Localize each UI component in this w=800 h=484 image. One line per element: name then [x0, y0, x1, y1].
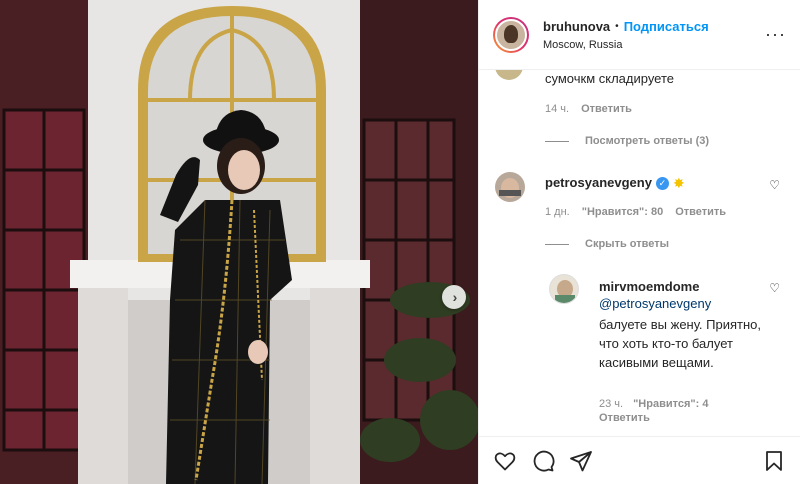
like-reply-heart-icon[interactable]: ♡	[769, 281, 780, 295]
comment-likes-count[interactable]: "Нравится": 80	[582, 206, 663, 218]
separator-dot: •	[615, 20, 619, 32]
replies-divider	[545, 243, 569, 245]
reply-time[interactable]: 23 ч.	[599, 397, 623, 411]
post-photo[interactable]: ›	[0, 0, 478, 484]
reply-username[interactable]: mirvmoemdome	[599, 278, 769, 295]
comment-time[interactable]: 14 ч.	[545, 103, 569, 115]
post-dialog: › bruhunova • Подписаться Moscow, Russia…	[0, 0, 800, 484]
verified-badge-icon: ✓	[655, 177, 669, 191]
reply-text: балуете вы жену. Приятно, что хоть кто-т…	[599, 317, 762, 370]
view-replies-label: Посмотреть ответы (3)	[585, 135, 710, 147]
share-icon[interactable]	[569, 449, 593, 473]
reply-button[interactable]: Ответить	[581, 103, 632, 115]
replies-divider	[545, 140, 569, 142]
reply-likes-count[interactable]: "Нравится": 4	[633, 397, 708, 411]
hide-replies-button[interactable]: Скрыть ответы	[545, 238, 669, 250]
chevron-right-icon: ›	[452, 289, 458, 305]
post-side-panel: bruhunova • Подписаться Moscow, Russia ·…	[478, 0, 800, 484]
reply-meta: 23 ч. "Нравится": 4 Ответить	[599, 397, 708, 425]
reply-button[interactable]: Ответить	[675, 206, 726, 218]
reply-mention-link[interactable]: @petrosyanevgeny	[599, 295, 769, 313]
comment-text: сумочкм складируете	[545, 71, 675, 86]
comment-time[interactable]: 1 дн.	[545, 206, 570, 218]
author-username[interactable]: bruhunova	[543, 19, 610, 34]
more-options-icon[interactable]: ···	[765, 24, 786, 45]
next-photo-button[interactable]: ›	[442, 285, 466, 309]
bookmark-icon[interactable]	[762, 449, 786, 473]
post-location[interactable]: Moscow, Russia	[543, 39, 765, 51]
hide-replies-label: Скрыть ответы	[585, 238, 669, 250]
reply-avatar[interactable]	[549, 274, 579, 304]
heart-icon[interactable]	[493, 449, 517, 473]
follow-button[interactable]: Подписаться	[624, 19, 709, 34]
comment-meta: 14 ч. Ответить	[545, 103, 632, 115]
author-avatar[interactable]	[493, 16, 529, 53]
post-actions-bar	[479, 436, 800, 484]
commenter-avatar[interactable]	[495, 172, 525, 202]
commenter-username[interactable]: petrosyanevgeny	[545, 175, 652, 190]
reply-button[interactable]: Ответить	[599, 411, 708, 425]
post-header: bruhunova • Подписаться Moscow, Russia ·…	[479, 0, 800, 70]
view-replies-button[interactable]: Посмотреть ответы (3)	[545, 135, 709, 147]
comments-list[interactable]: сумочкм складируете 14 ч. Ответить Посмо…	[479, 70, 800, 436]
comment-avatar-partial[interactable]	[495, 70, 523, 80]
comment-meta: 1 дн. "Нравится": 80 Ответить	[545, 206, 726, 218]
like-comment-heart-icon[interactable]: ♡	[769, 178, 780, 192]
reply-body: mirvmoemdome @petrosyanevgeny балуете вы…	[599, 278, 769, 372]
comment-icon[interactable]	[531, 449, 555, 473]
sparkle-emoji-icon: ✸	[672, 175, 685, 192]
photo-illustration	[0, 0, 478, 484]
comment-petrosyan-header: petrosyanevgeny ✓ ✸	[545, 175, 685, 192]
